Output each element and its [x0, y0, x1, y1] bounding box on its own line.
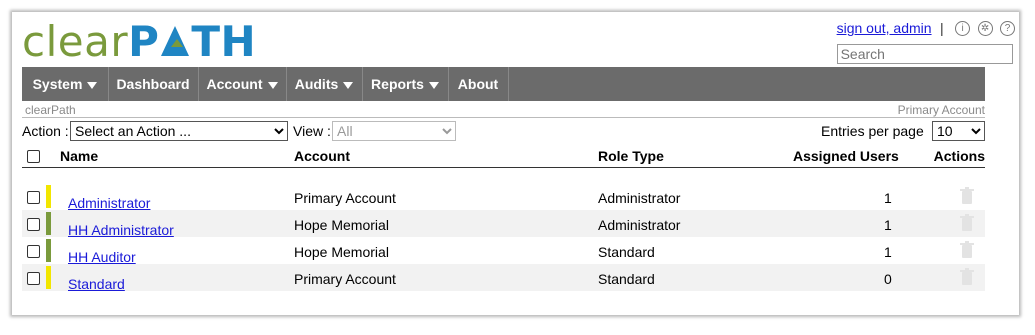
account-cell: Hope Memorial [294, 244, 389, 260]
sign-out-link[interactable]: sign out, admin [837, 20, 932, 36]
clearpath-logo: clearP TH [22, 21, 256, 63]
role-name-link[interactable]: HH Auditor [68, 249, 136, 265]
role-type-cell: Administrator [598, 217, 681, 233]
account-cell: Primary Account [294, 190, 396, 206]
assigned-users-cell: 1 [884, 244, 892, 260]
trash-icon[interactable] [959, 268, 975, 286]
status-bar [46, 212, 51, 235]
nav-system[interactable]: System [22, 67, 109, 101]
view-select[interactable]: All [332, 121, 456, 141]
main-nav: System Dashboard Account Audits Reports … [22, 67, 985, 101]
account-cell: Hope Memorial [294, 217, 389, 233]
col-name[interactable]: Name [60, 148, 98, 164]
account-cell: Primary Account [294, 271, 396, 287]
header-tools: sign out, admin | i ✲ ? [836, 20, 1015, 64]
nav-audits-label: Audits [294, 76, 339, 92]
nav-about-label: About [457, 76, 499, 92]
nav-account[interactable]: Account [198, 67, 287, 101]
nav-reports-label: Reports [371, 76, 424, 92]
logo-text-clear: clear [22, 17, 129, 66]
role-type-cell: Standard [598, 244, 655, 260]
assigned-users-cell: 1 [884, 217, 892, 233]
action-select[interactable]: Select an Action ... [70, 121, 288, 141]
view-label: View : [293, 123, 331, 139]
entries-label: Entries per page [821, 123, 924, 139]
nav-dashboard-label: Dashboard [116, 76, 190, 92]
breadcrumb: clearPath [25, 103, 76, 117]
assigned-users-cell: 1 [884, 190, 892, 206]
info-icon[interactable]: i [955, 21, 971, 37]
table-controls: Action : Select an Action ... View : All… [22, 121, 985, 143]
logo-text-th: TH [191, 17, 257, 66]
row-checkbox[interactable] [27, 191, 40, 204]
table-row: HH Auditor Hope Memorial Standard 1 [22, 237, 985, 265]
row-checkbox[interactable] [27, 245, 40, 258]
table-row: HH Administrator Hope Memorial Administr… [22, 210, 985, 238]
breadcrumb-bar: clearPath Primary Account [22, 101, 985, 118]
help-icon[interactable]: ? [1000, 21, 1015, 37]
col-actions: Actions [933, 148, 985, 164]
role-type-cell: Administrator [598, 190, 681, 206]
logo-a-triangle-icon [161, 26, 190, 56]
nav-system-label: System [32, 76, 83, 92]
select-all-checkbox[interactable] [27, 150, 40, 163]
status-bar [46, 185, 51, 208]
nav-reports[interactable]: Reports [362, 67, 449, 101]
search-input[interactable] [836, 44, 1013, 64]
nav-audits[interactable]: Audits [286, 67, 363, 101]
table-row: Administrator Primary Account Administra… [22, 183, 985, 211]
trash-icon[interactable] [959, 214, 975, 232]
chevron-down-icon [343, 81, 354, 89]
nav-account-label: Account [206, 76, 263, 92]
status-bar [46, 239, 51, 262]
role-type-cell: Standard [598, 271, 655, 287]
logo-text-p: P [128, 17, 160, 66]
role-name-link[interactable]: HH Administrator [68, 222, 174, 238]
trash-icon[interactable] [959, 241, 975, 259]
nav-about[interactable]: About [448, 67, 509, 101]
col-role-type[interactable]: Role Type [598, 148, 664, 164]
col-assigned-users[interactable]: Assigned Users [793, 148, 899, 164]
trash-icon[interactable] [959, 187, 975, 205]
chevron-down-icon [428, 81, 439, 89]
butterfly-icon[interactable]: ✲ [977, 21, 993, 37]
entries-select[interactable]: 10 [932, 121, 985, 141]
col-account[interactable]: Account [294, 148, 350, 164]
current-account-label: Primary Account [897, 103, 985, 117]
header-separator: | [940, 20, 944, 36]
role-name-link[interactable]: Standard [68, 276, 125, 292]
action-label: Action : [22, 123, 69, 139]
chevron-down-icon [267, 81, 278, 89]
status-bar [46, 266, 51, 289]
assigned-users-cell: 0 [884, 271, 892, 287]
role-name-link[interactable]: Administrator [68, 195, 150, 211]
chevron-down-icon [87, 81, 98, 89]
nav-dashboard[interactable]: Dashboard [108, 67, 199, 101]
table-row: Standard Primary Account Standard 0 [22, 264, 985, 292]
row-checkbox[interactable] [27, 218, 40, 231]
table-header: Name Account Role Type Assigned Users Ac… [22, 147, 985, 168]
row-checkbox[interactable] [27, 272, 40, 285]
